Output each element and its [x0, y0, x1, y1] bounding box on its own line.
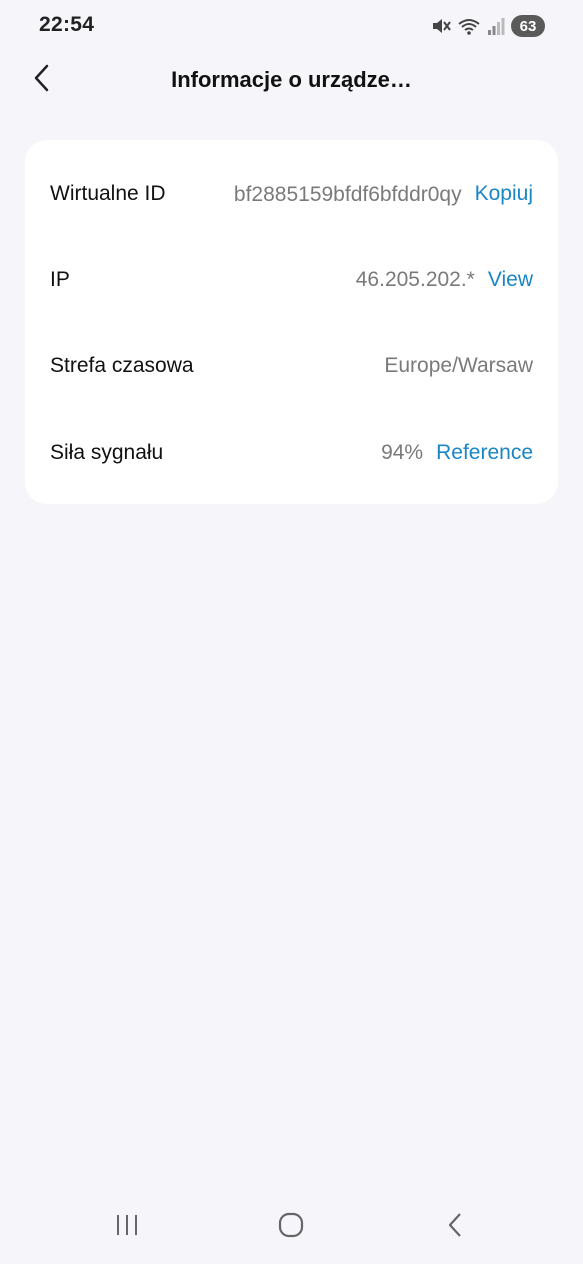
signal-strength-value: 94%	[381, 441, 424, 464]
device-info-screen: 22:54 63 Informacje o urządze… Wirtualne…	[0, 0, 583, 1264]
row-timezone: Strefa czasowa Europe/Warsaw	[25, 338, 558, 394]
row-virtual-id: Wirtualne ID bf2885159bfdf6bfddr0qy Kopi…	[25, 166, 558, 222]
back-icon	[445, 1211, 465, 1244]
system-back-button[interactable]	[433, 1210, 477, 1244]
signal-icon	[487, 16, 505, 36]
row-signal-strength: Siła sygnału 94% Reference	[25, 425, 558, 481]
timezone-value: Europe/Warsaw	[384, 354, 533, 377]
ip-value: 46.205.202.*	[355, 268, 475, 291]
app-header: Informacje o urządze…	[0, 52, 583, 110]
mute-icon	[431, 16, 451, 36]
row-label: IP	[50, 268, 70, 291]
row-value-group: bf2885159bfdf6bfddr0qy Kopiuj	[212, 181, 533, 208]
device-info-card: Wirtualne ID bf2885159bfdf6bfddr0qy Kopi…	[25, 140, 558, 504]
home-button[interactable]	[269, 1210, 313, 1244]
row-value-group: Europe/Warsaw	[384, 354, 533, 378]
row-label: Siła sygnału	[50, 441, 164, 464]
row-value-group: 46.205.202.* View	[356, 268, 533, 292]
row-ip: IP 46.205.202.* View	[25, 252, 558, 308]
copy-link[interactable]: Kopiuj	[475, 182, 533, 206]
recent-apps-icon	[114, 1213, 140, 1242]
reference-link[interactable]: Reference	[436, 441, 533, 465]
virtual-id-value: bf2885159bfdf6bfddr0qy	[233, 182, 462, 206]
status-bar: 22:54 63	[0, 0, 583, 52]
status-icons: 63	[431, 14, 545, 38]
home-icon	[277, 1211, 305, 1244]
row-label: Wirtualne ID	[50, 182, 166, 205]
system-nav-bar	[0, 1190, 583, 1264]
row-value-group: 94% Reference	[381, 441, 533, 465]
battery-icon: 63	[511, 15, 545, 37]
status-time: 22:54	[39, 13, 95, 36]
recent-apps-button[interactable]	[105, 1210, 149, 1244]
page-title: Informacje o urządze…	[171, 67, 412, 92]
view-link[interactable]: View	[488, 268, 533, 292]
wifi-icon	[457, 16, 481, 36]
row-label: Strefa czasowa	[50, 354, 194, 377]
